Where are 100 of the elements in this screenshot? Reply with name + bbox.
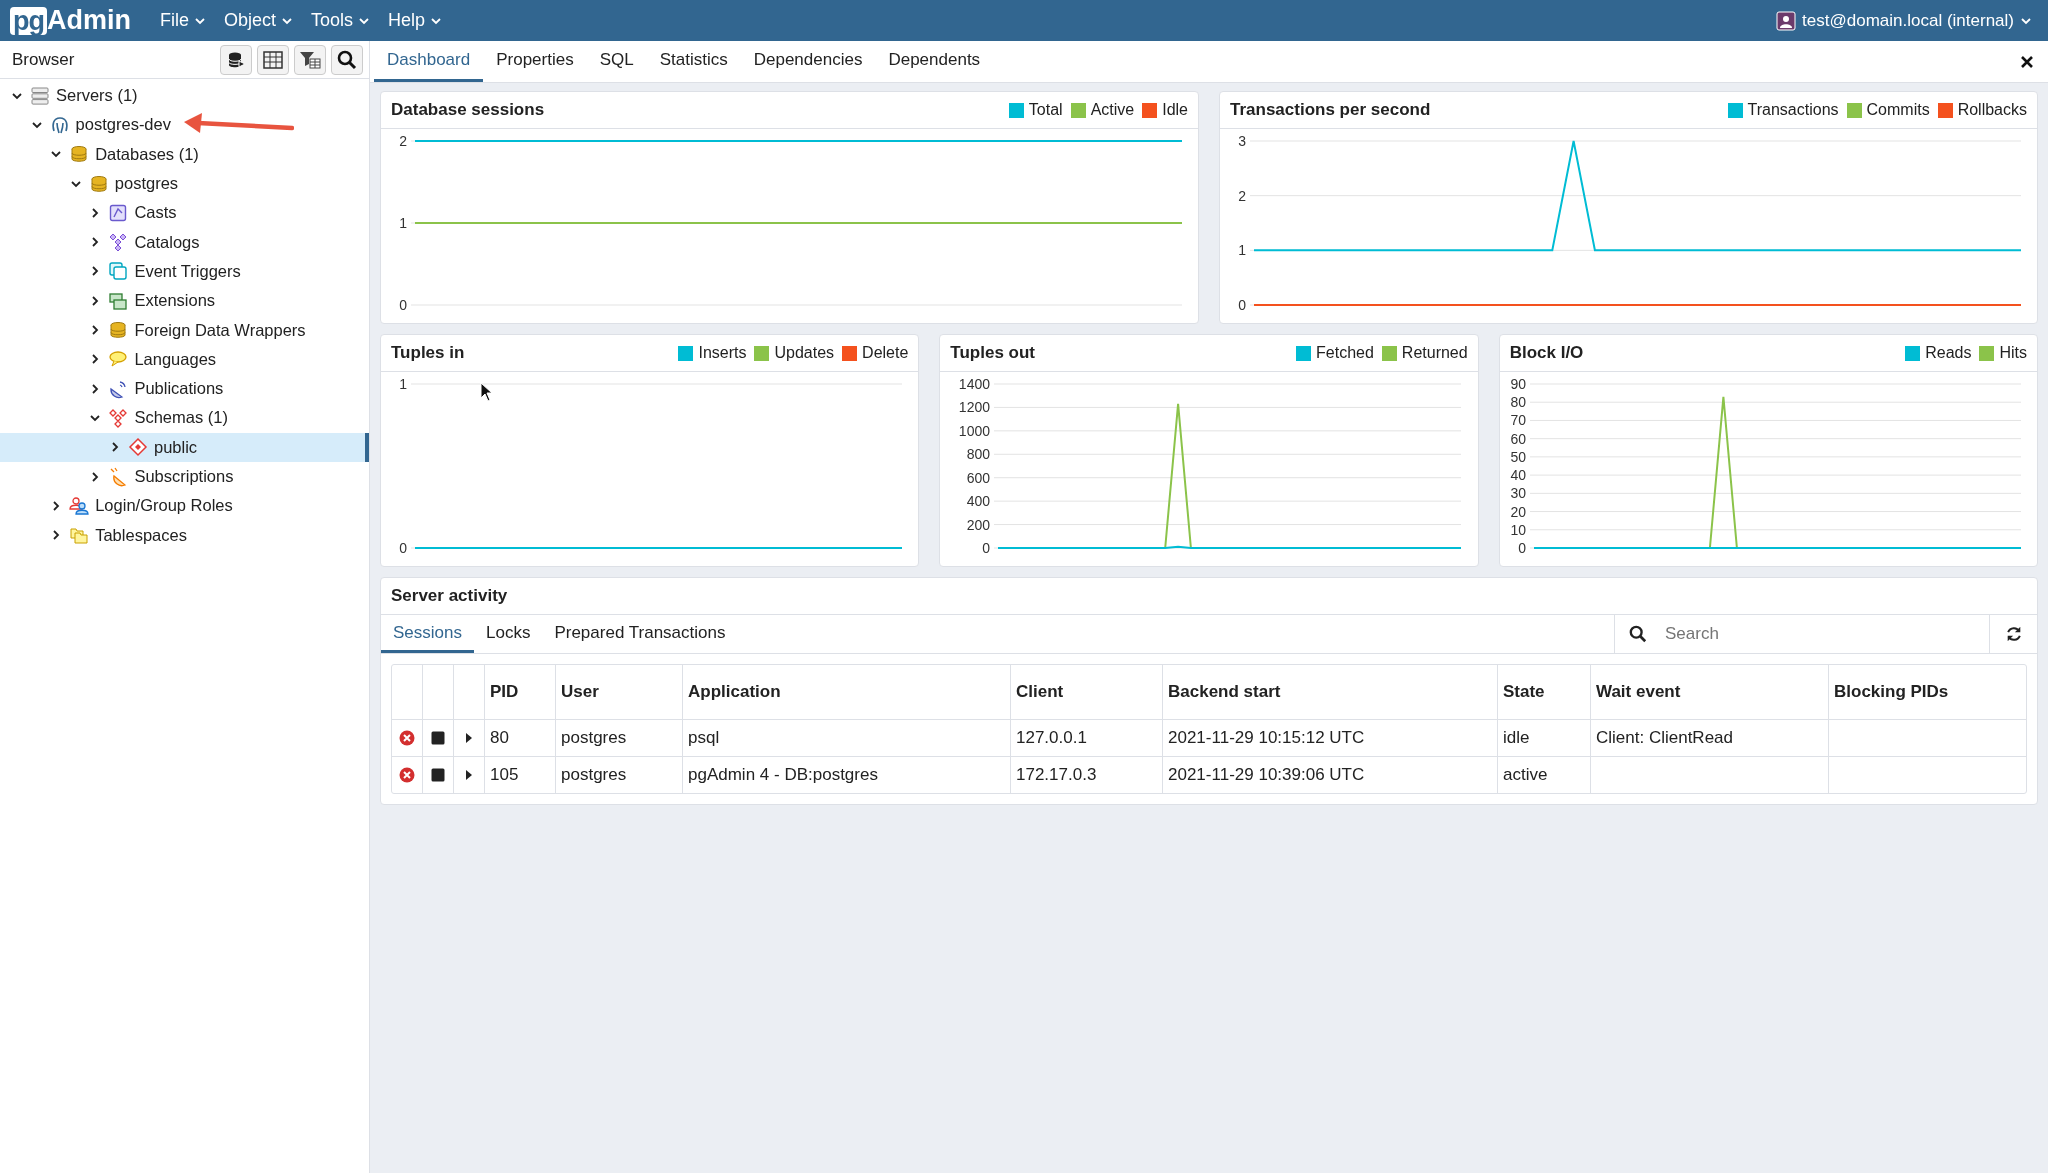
axis-tick-label: 3 [1238, 133, 1246, 149]
tab[interactable]: Sessions [381, 615, 474, 653]
tree-item[interactable]: Subscriptions [0, 461, 369, 492]
database-icon[interactable] [220, 44, 252, 75]
column-header: User [556, 665, 683, 719]
terminate-icon[interactable] [399, 730, 415, 746]
tab[interactable]: Locks [474, 615, 543, 653]
axis-tick-label: 0 [399, 540, 407, 556]
casts-icon [108, 202, 129, 223]
menu-item[interactable]: Help [379, 6, 452, 35]
stop-icon[interactable] [431, 768, 445, 782]
user-menu[interactable]: test@domain.local (internal) [1770, 9, 2038, 32]
tree-item-label: Event Triggers [134, 261, 241, 281]
tab[interactable]: Dependencies [740, 41, 876, 82]
panel-title: Browser [12, 49, 76, 70]
axis-tick-label: 1200 [959, 399, 991, 416]
schema-icon [128, 437, 148, 458]
tree-item[interactable]: Extensions [0, 286, 369, 316]
axis-tick-label: 0 [982, 540, 991, 556]
axis-tick-label: 1 [399, 215, 407, 231]
tree-item-label: Extensions [134, 291, 216, 311]
axis-tick-label: 30 [1510, 485, 1526, 502]
column-header: Backend start [1163, 665, 1498, 719]
chart-title: Tuples in [391, 343, 466, 363]
axis-tick-label: 1000 [959, 422, 991, 439]
chart-title: Transactions per second [1230, 100, 1432, 120]
caret-right-icon[interactable] [465, 733, 473, 743]
server-icon [49, 114, 70, 135]
grid-icon[interactable] [257, 44, 289, 75]
column-header: PID [485, 665, 556, 719]
tree-item[interactable]: public [0, 432, 369, 462]
search-field[interactable]: Search [1663, 623, 1989, 645]
tree-item-label: Servers (1) [56, 86, 138, 106]
terminate-icon[interactable] [399, 767, 415, 783]
tree-item-label: Foreign Data Wrappers [134, 320, 306, 340]
legend-label: Active [1090, 101, 1135, 119]
database-group-icon [69, 144, 90, 165]
table-cell: pgAdmin 4 - DB:postgres [688, 765, 878, 785]
axis-tick-label: 200 [966, 516, 991, 533]
axis-tick-label: 1400 [959, 376, 991, 392]
legend-label: Updates [774, 344, 835, 362]
tree-item-label: Login/Group Roles [95, 496, 233, 516]
menu-item[interactable]: File [151, 6, 215, 35]
stop-icon[interactable] [431, 731, 445, 745]
axis-tick-label: 90 [1510, 376, 1526, 392]
axis-tick-label: 2 [399, 133, 407, 149]
chart-title: Block I/O [1509, 343, 1585, 363]
tab[interactable]: Dependents [875, 41, 994, 82]
menu-item[interactable]: Tools [302, 6, 380, 35]
table-cell: postgres [561, 728, 627, 748]
filter-icon[interactable] [294, 44, 326, 75]
tablespaces-icon [69, 525, 90, 546]
event-triggers-icon [108, 261, 129, 282]
tree-item-label: Tablespaces [95, 525, 187, 545]
tree-item[interactable]: Tablespaces [0, 520, 369, 550]
tree-item[interactable]: Schemas (1) [0, 403, 369, 433]
tree-item[interactable]: Event Triggers [0, 256, 369, 287]
tab[interactable]: Dashboard [374, 41, 484, 82]
tree-item[interactable]: Databases (1) [0, 139, 369, 169]
table-cell: 80 [490, 728, 509, 748]
tree-item[interactable]: Servers (1) [0, 81, 369, 111]
tree-item[interactable]: Languages [0, 344, 369, 374]
tree-item-label: public [154, 437, 198, 457]
tab[interactable]: Properties [483, 41, 587, 82]
panel-title: Server activity [391, 586, 509, 606]
tree-item[interactable]: Publications [0, 373, 369, 404]
search-icon [1629, 625, 1647, 643]
tree-item-label: postgres-dev [75, 115, 171, 135]
tree-item[interactable]: Foreign Data Wrappers [0, 315, 369, 345]
menu-item[interactable]: Object [215, 6, 303, 35]
axis-tick-label: 0 [399, 297, 407, 313]
tree-item[interactable]: Catalogs [0, 227, 369, 257]
tab[interactable]: SQL [586, 41, 647, 82]
tree-item-label: Casts [134, 203, 177, 223]
tree-item-label: Databases (1) [95, 144, 199, 164]
axis-tick-label: 1 [1238, 242, 1246, 259]
catalogs-icon [108, 232, 129, 253]
column-header: Client [1011, 665, 1163, 719]
table-cell: 172.17.0.3 [1016, 765, 1097, 785]
close-icon[interactable] [2020, 54, 2034, 69]
tree-item-label: Schemas (1) [134, 408, 228, 428]
table-cell: postgres [561, 765, 627, 785]
app-logo: pgAdmin [10, 5, 131, 36]
tree-item-label: postgres [114, 174, 179, 194]
search-icon[interactable] [331, 44, 363, 75]
tree-item[interactable]: Login/Group Roles [0, 491, 369, 521]
table-cell: 2021-11-29 10:39:06 UTC [1168, 765, 1365, 785]
axis-tick-label: 400 [966, 493, 991, 510]
tree-item[interactable]: postgres [0, 168, 369, 199]
axis-tick-label: 0 [1517, 540, 1526, 556]
caret-right-icon[interactable] [465, 770, 473, 780]
column-header: Wait event [1591, 665, 1829, 719]
legend-label: Rollbacks [1957, 101, 2027, 119]
tree-item[interactable]: postgres-dev [0, 110, 369, 140]
tree-item[interactable]: Casts [0, 198, 369, 228]
tab[interactable]: Prepared Transactions [542, 615, 738, 653]
legend-label: Commits [1866, 101, 1930, 119]
axis-tick-label: 0 [1238, 297, 1246, 313]
tab[interactable]: Statistics [646, 41, 741, 82]
chart-title: Tuples out [950, 343, 1036, 363]
